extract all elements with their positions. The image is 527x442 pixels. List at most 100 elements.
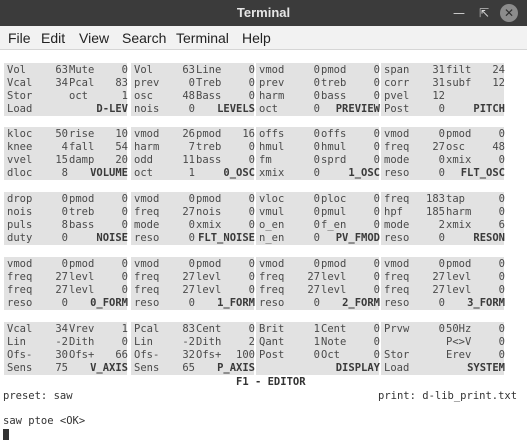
- param-label: levl: [321, 284, 347, 296]
- param-label: Stor: [7, 90, 33, 102]
- param-value: 0: [188, 193, 195, 205]
- param-label: f_en: [321, 219, 347, 231]
- title-bar[interactable]: Terminal — ⇱ ✕: [0, 0, 527, 26]
- param-value: 0: [248, 154, 255, 166]
- param-value: 7: [188, 141, 195, 153]
- param-label: reso: [384, 167, 410, 179]
- param-value: 0: [248, 64, 255, 76]
- param-label: xmix: [259, 167, 285, 179]
- param-label: oct: [69, 90, 88, 102]
- param-value: 0: [373, 193, 380, 205]
- param-value: 12: [432, 90, 445, 102]
- param-label: prev: [259, 77, 285, 89]
- param-label: Prvw: [384, 323, 410, 335]
- param-value: 0: [373, 323, 380, 335]
- param-label: fm: [259, 154, 272, 166]
- param-label: Post: [259, 349, 285, 361]
- param-value: 0: [313, 64, 320, 76]
- menu-help[interactable]: Help: [242, 30, 271, 46]
- param-label: pmod: [69, 193, 95, 205]
- param-value: 0: [61, 206, 68, 218]
- param-label: o_en: [259, 219, 285, 231]
- param-value: 66: [115, 349, 128, 361]
- param-value: 0: [313, 154, 320, 166]
- param-value: 0: [373, 258, 380, 270]
- section-title: P_AXIS: [217, 362, 255, 374]
- param-value: 27: [307, 271, 320, 283]
- param-label: Post: [384, 103, 410, 115]
- section-title: LEVELS: [217, 103, 255, 115]
- param-value: 0: [121, 219, 128, 231]
- param-value: 27: [432, 271, 445, 283]
- param-value: 83: [182, 323, 195, 335]
- menu-file[interactable]: File: [8, 30, 31, 46]
- param-value: 0: [313, 128, 320, 140]
- param-label: pmod: [446, 128, 472, 140]
- param-label: Pcal: [69, 77, 95, 89]
- param-label: vmod: [384, 258, 410, 270]
- param-value: 0: [313, 232, 320, 244]
- menu-edit[interactable]: Edit: [41, 30, 65, 46]
- param-label: duty: [7, 232, 33, 244]
- restore-icon[interactable]: ⇱: [475, 4, 493, 22]
- param-label: vmod: [259, 64, 285, 76]
- param-value: 0: [313, 103, 320, 115]
- param-label: xmix: [446, 219, 472, 231]
- param-value: 0: [373, 141, 380, 153]
- param-label: pmod: [321, 258, 347, 270]
- param-value: 0: [373, 284, 380, 296]
- param-value: 15: [55, 154, 68, 166]
- param-value: 83: [115, 77, 128, 89]
- param-label: vvel: [7, 154, 33, 166]
- param-label: levl: [321, 271, 347, 283]
- menu-view[interactable]: View: [79, 30, 109, 46]
- close-icon[interactable]: ✕: [500, 4, 518, 22]
- param-label: harm: [446, 206, 472, 218]
- menu-terminal[interactable]: Terminal: [176, 30, 229, 46]
- param-value: 0: [498, 349, 505, 361]
- param-value: 1: [313, 323, 320, 335]
- param-label: Cent: [196, 323, 222, 335]
- param-value: 0: [248, 219, 255, 231]
- param-value: -2: [182, 336, 195, 348]
- param-value: 0: [498, 323, 505, 335]
- param-label: puls: [7, 219, 33, 231]
- terminal-screen[interactable]: F1 - EDITOR preset: saw print: d-lib_pri…: [0, 50, 527, 442]
- param-label: Ofs+: [69, 349, 95, 361]
- param-label: pmul: [321, 206, 347, 218]
- section-title: PV_FMOD: [335, 232, 380, 244]
- param-value: 8: [61, 167, 68, 179]
- param-value: 1: [121, 90, 128, 102]
- param-label: vmod: [134, 258, 160, 270]
- param-value: 0: [121, 336, 128, 348]
- param-value: 0: [248, 90, 255, 102]
- command-prompt: saw ptoe <OK>: [3, 415, 86, 427]
- minimize-icon[interactable]: —: [450, 4, 468, 22]
- param-value: 20: [115, 154, 128, 166]
- text-cursor: [3, 429, 9, 440]
- param-label: treb: [69, 206, 95, 218]
- param-label: n_en: [259, 232, 285, 244]
- param-label: Pcal: [134, 323, 160, 335]
- param-label: Line: [196, 64, 222, 76]
- menu-search[interactable]: Search: [122, 30, 166, 46]
- param-value: 0: [248, 77, 255, 89]
- param-label: knee: [7, 141, 33, 153]
- section-title: 2_FORM: [342, 297, 380, 309]
- param-label: freq: [7, 271, 33, 283]
- param-label: levl: [446, 284, 472, 296]
- param-value: 0: [498, 284, 505, 296]
- param-label: Bass: [196, 90, 222, 102]
- window-title: Terminal: [236, 5, 291, 20]
- param-value: 0: [248, 206, 255, 218]
- param-label: treb: [196, 141, 222, 153]
- param-value: 0: [188, 103, 195, 115]
- param-value: 1: [313, 336, 320, 348]
- param-label: freq: [259, 271, 285, 283]
- section-title: D-LEV: [96, 103, 128, 115]
- param-label: Load: [7, 103, 33, 115]
- param-label: Vol: [134, 64, 153, 76]
- param-value: 27: [432, 141, 445, 153]
- param-label: hmul: [259, 141, 285, 153]
- param-value: 27: [55, 271, 68, 283]
